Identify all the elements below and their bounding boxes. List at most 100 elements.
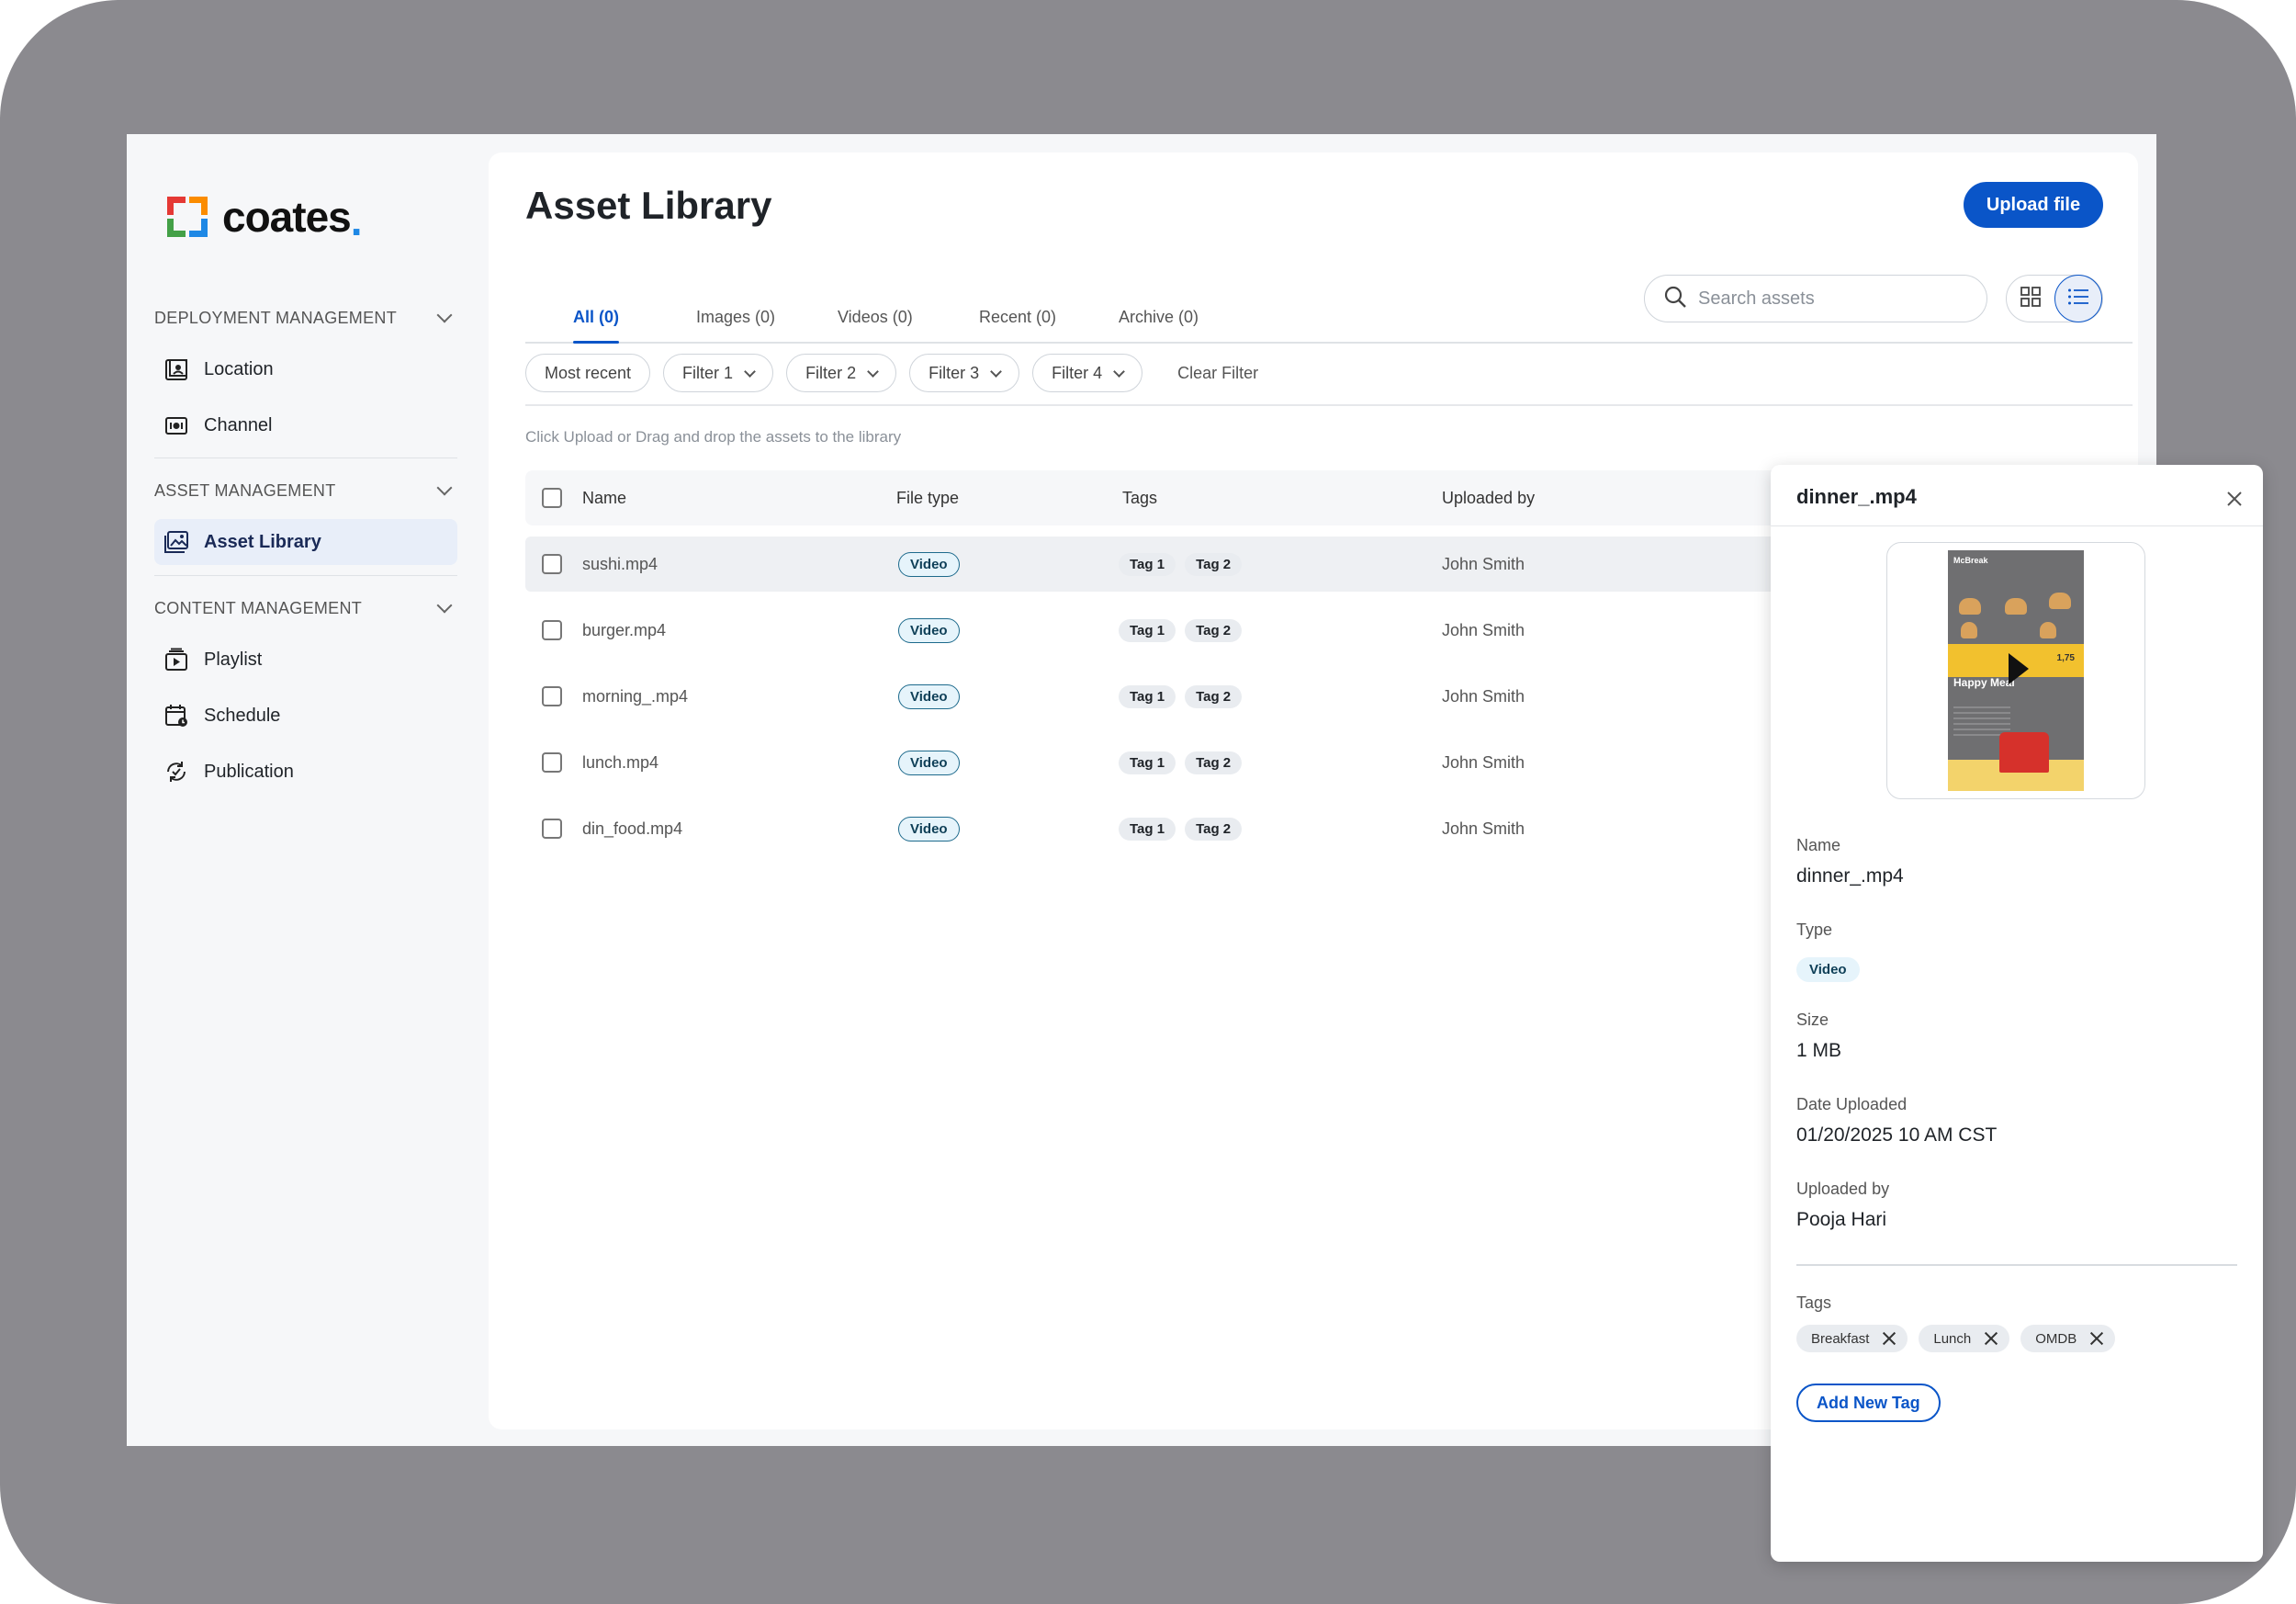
type-label: Type [1796,921,1833,939]
sidebar-item-label: Playlist [204,649,263,670]
device-frame: coates. DEPLOYMENT MANAGEMENT Location C… [0,0,2296,1604]
close-panel-button[interactable] [2224,489,2245,509]
select-all-checkbox[interactable] [542,488,562,508]
uploader-name: John Smith [1442,554,1525,573]
asset-name: morning_.mp4 [582,686,689,706]
chevron-down-icon [1113,365,1125,378]
tab-recent[interactable]: Recent (0) [979,290,1056,344]
sidebar-item-label: Channel [204,414,273,435]
asset-details-panel: dinner_.mp4 McBreak 1,75 Happy Meal Name… [1771,465,2263,1562]
chevron-down-icon [744,365,756,378]
poster-brand-text: McBreak [1953,556,1988,565]
chevron-down-icon [990,365,1002,378]
section-title: DEPLOYMENT MANAGEMENT [154,308,398,327]
filter-1-dropdown[interactable]: Filter 1 [663,354,774,392]
panel-title: dinner_.mp4 [1796,485,1917,508]
filter-4-dropdown[interactable]: Filter 4 [1032,354,1143,392]
tab-images[interactable]: Images (0) [696,290,775,344]
food-image [2040,622,2056,638]
tab-videos[interactable]: Videos (0) [838,290,913,344]
uploader-name: John Smith [1442,819,1525,838]
column-header-name[interactable]: Name [582,470,626,525]
row-checkbox[interactable] [542,620,562,640]
page-title: Asset Library [525,184,772,227]
filter-bar: Most recent Filter 1 Filter 2 Filter 3 F… [525,353,1258,393]
row-checkbox[interactable] [542,554,562,574]
tag-chip-lunch: Lunch [1919,1325,2010,1352]
filter-label: Filter 2 [805,363,857,382]
chevron-down-icon [436,307,453,323]
poster-headline: Happy Meal [1953,676,2015,689]
grid-view-button[interactable] [2007,275,2054,322]
view-toggle [2006,275,2103,322]
chevron-down-icon [867,365,879,378]
sidebar: coates. DEPLOYMENT MANAGEMENT Location C… [127,134,487,1446]
row-checkbox[interactable] [542,686,562,706]
add-new-tag-button[interactable]: Add New Tag [1796,1384,1941,1422]
panel-divider [1796,1264,2237,1266]
date-uploaded-value: 01/20/2025 10 AM CST [1796,1124,1998,1146]
remove-tag-icon[interactable] [1984,1331,1998,1346]
chevron-down-icon [436,480,453,496]
type-badge: Video [1796,957,1860,982]
sidebar-divider [154,575,457,576]
section-header-asset[interactable]: ASSET MANAGEMENT [154,472,457,509]
search-input[interactable] [1698,288,1955,310]
tab-archive[interactable]: Archive (0) [1119,290,1199,344]
size-value: 1 MB [1796,1040,1842,1061]
search-icon [1663,285,1687,313]
tag-chip: Tag 1 [1119,817,1176,841]
list-view-button[interactable] [2054,275,2102,322]
logo-mark-icon [165,195,209,239]
remove-tag-icon[interactable] [1882,1331,1896,1346]
column-header-tags[interactable]: Tags [1122,470,1157,525]
tag-chip: Tag 1 [1119,751,1176,774]
sidebar-item-playlist[interactable]: Playlist [154,637,457,683]
upload-hint: Click Upload or Drag and drop the assets… [525,428,902,446]
nav-section-content: CONTENT MANAGEMENT Playlist Schedule Pub… [154,590,457,795]
sidebar-item-asset-library[interactable]: Asset Library [154,519,457,565]
tag-chip: Tag 2 [1185,684,1243,708]
tag-chip: Tag 2 [1185,817,1243,841]
section-header-deployment[interactable]: DEPLOYMENT MANAGEMENT [154,299,457,336]
file-type-badge: Video [898,816,960,842]
filter-label: Filter 3 [929,363,980,382]
section-header-content[interactable]: CONTENT MANAGEMENT [154,590,457,627]
sidebar-item-schedule[interactable]: Schedule [154,693,457,739]
location-icon [163,356,189,382]
column-header-file-type[interactable]: File type [896,470,959,525]
row-checkbox[interactable] [542,752,562,773]
play-icon[interactable] [2009,653,2029,684]
uploaded-by-label: Uploaded by [1796,1180,1890,1198]
column-header-uploaded-by[interactable]: Uploaded by [1442,470,1535,525]
upload-file-button[interactable]: Upload file [1964,182,2103,228]
tag-chip: Tag 1 [1119,618,1176,642]
filter-2-dropdown[interactable]: Filter 2 [786,354,897,392]
clear-filter-link[interactable]: Clear Filter [1155,364,1258,383]
tag-label: Breakfast [1811,1330,1870,1347]
sort-most-recent-chip[interactable]: Most recent [525,354,651,392]
filter-3-dropdown[interactable]: Filter 3 [909,354,1020,392]
sidebar-item-channel[interactable]: Channel [154,402,457,448]
sidebar-item-publication[interactable]: Publication [154,749,457,795]
preview-container[interactable]: McBreak 1,75 Happy Meal [1886,542,2145,799]
name-value: dinner_.mp4 [1796,865,1904,887]
calendar-icon [163,703,189,729]
remove-tag-icon[interactable] [2089,1331,2104,1346]
video-thumbnail: McBreak 1,75 Happy Meal [1948,550,2084,791]
sidebar-item-label: Schedule [204,705,281,726]
brand-logo[interactable]: coates. [165,189,363,244]
row-checkbox[interactable] [542,819,562,839]
asset-name: burger.mp4 [582,620,667,639]
tag-list: Breakfast Lunch OMDB [1796,1325,2116,1352]
tag-chip: Tag 1 [1119,552,1176,576]
filter-label: Filter 1 [682,363,734,382]
tab-all[interactable]: All (0) [573,290,620,344]
sidebar-item-location[interactable]: Location [154,346,457,392]
food-image [1961,622,1977,638]
section-title: ASSET MANAGEMENT [154,480,336,500]
playlist-icon [163,647,189,672]
filter-divider [525,404,2133,406]
tag-chip-breakfast: Breakfast [1796,1325,1908,1352]
image-library-icon [163,529,189,555]
